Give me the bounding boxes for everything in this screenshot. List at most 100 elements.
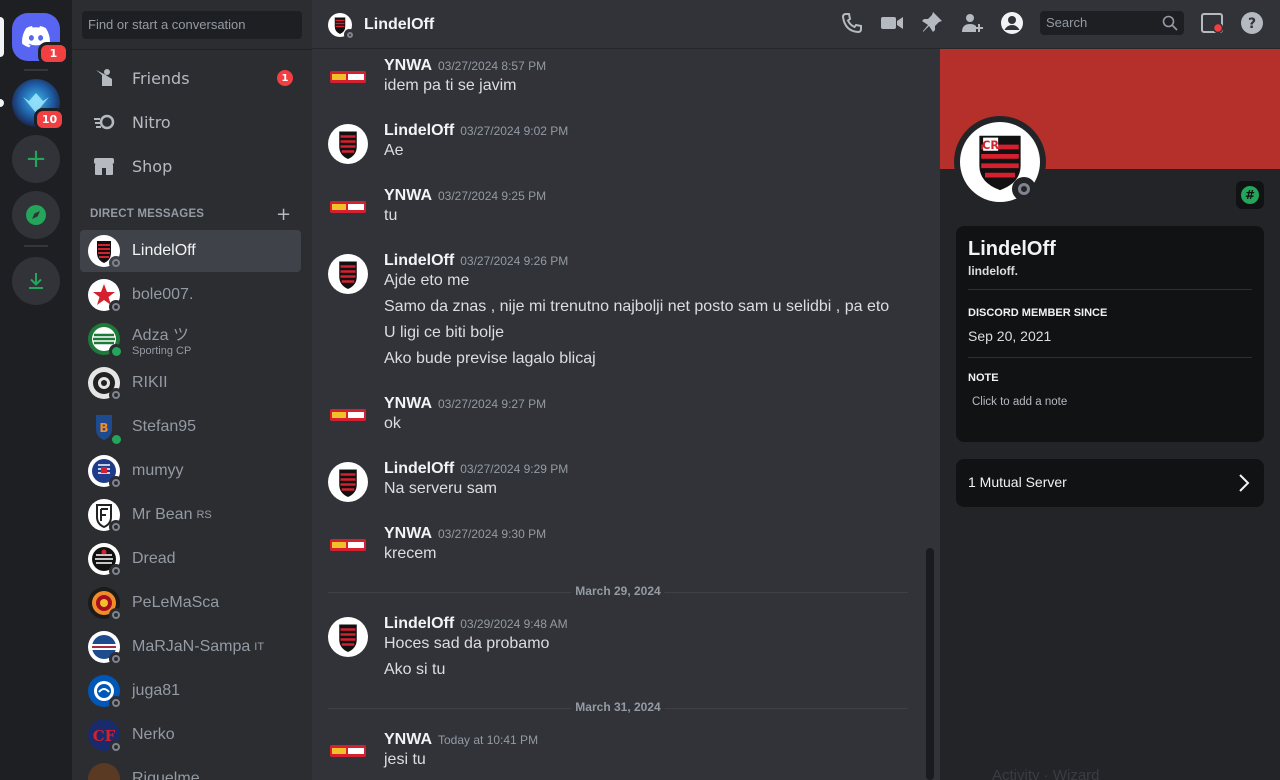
nav-friends-label: Friends [132,68,190,88]
dm-item-dread[interactable]: Dread [80,538,301,580]
dm-item-pelemasca[interactable]: PeLeMaSca [80,582,301,624]
message-text: idem pa ti se javim [384,77,517,94]
nav-nitro[interactable]: Nitro [80,101,301,143]
header-toolbar: Search ? [824,11,1264,35]
rail-separator [24,69,48,71]
date-divider-label: March 31, 2024 [571,700,665,714]
message-text: Ae [384,142,404,159]
nav-shop[interactable]: Shop [80,145,301,187]
author-name[interactable]: LindelOff [384,460,454,477]
pinned-messages-icon[interactable] [920,11,944,35]
server-badge: 10 [34,108,65,131]
author-name[interactable]: LindelOff [384,252,454,269]
dm-name: Mr Bean [132,506,193,523]
friends-icon [92,66,116,90]
message-header: YNWA 03/27/2024 8:57 PM [384,57,546,75]
author-name[interactable]: YNWA [384,731,432,748]
dm-name: juga81 [132,682,181,699]
message-text: U ligi ce biti bolje [384,324,505,341]
conversation-search-input[interactable]: Find or start a conversation [82,11,302,39]
profile-display-name: LindelOff [968,238,1056,260]
add-friends-to-dm-icon[interactable] [960,11,984,35]
status-offline-icon [109,652,123,666]
dm-item-stefan95[interactable]: B Stefan95 [80,406,301,448]
dm-item-lindeloff[interactable]: LindelOff [80,230,301,272]
timestamp: 03/27/2024 8:57 PM [438,59,547,73]
user-profile-icon[interactable] [1000,11,1024,35]
timestamp: 03/27/2024 9:02 PM [460,124,569,138]
author-name[interactable]: LindelOff [384,122,454,139]
lindeloff-avatar [328,617,368,657]
union-berlin-logo-icon [330,201,366,213]
selected-pill [0,17,4,57]
add-server-button[interactable]: + [12,135,60,183]
dm-item-adza[interactable]: Adza ツ Sporting CP [80,318,301,360]
avatar [88,587,123,622]
mutual-servers-button[interactable]: 1 Mutual Server [956,459,1264,507]
avatar [88,543,123,578]
message-text: Hoces sad da probamo [384,635,550,652]
flamengo-crest-icon [339,469,357,497]
download-icon [29,273,43,289]
status-online-icon [109,344,123,358]
dm-sidebar: Find or start a conversation Friends 1 N… [72,0,312,780]
create-dm-button[interactable]: + [276,204,291,225]
chat-header: LindelOff Search ? [312,0,1280,49]
author-name[interactable]: YNWA [384,57,432,74]
rail-separator-2 [24,245,48,247]
dm-item-rikii[interactable]: RIKII [80,362,301,404]
chat-scrollbar[interactable] [926,548,934,780]
help-icon[interactable]: ? [1240,11,1264,35]
nav-friends[interactable]: Friends 1 [80,57,301,99]
date-divider: March 29, 2024 [328,584,908,598]
message-text: ok [384,415,401,432]
note-input[interactable]: Click to add a note [972,396,1067,408]
avatar [88,763,120,780]
ynwa-avatar [328,403,368,443]
video-call-icon[interactable] [880,11,904,35]
inbox-icon[interactable] [1200,11,1224,35]
dm-item-marjan-sampa[interactable]: MaRJaN-Sampa IT [80,626,301,668]
dm-item-juga81[interactable]: juga81 [80,670,301,712]
shop-icon [92,154,116,178]
dm-item-riquelme[interactable]: Riquelme [80,758,301,780]
profile-badge[interactable]: # [1236,181,1264,209]
status-online-icon [109,432,123,446]
union-berlin-logo-icon [330,745,366,757]
avatar [88,499,123,534]
status-offline-icon [344,29,355,40]
channel-title: LindelOff [328,13,434,40]
dm-name: Dread [132,550,176,567]
dm-name: Nerko [132,726,175,743]
profile-divider [968,289,1252,290]
author-name[interactable]: YNWA [384,525,432,542]
avatar [88,631,123,666]
explore-servers-button[interactable] [12,191,60,239]
svg-text:?: ? [1248,16,1256,32]
message-search-input[interactable]: Search [1040,11,1184,35]
author-name[interactable]: YNWA [384,395,432,412]
header-avatar [328,13,355,40]
status-offline-icon [109,520,123,534]
status-offline-icon [109,476,123,490]
status-offline-icon [109,564,123,578]
dm-item-mr-bean[interactable]: Mr Bean RS [80,494,301,536]
dm-item-nerko[interactable]: CF Nerko [80,714,301,756]
author-name[interactable]: LindelOff [384,615,454,632]
dm-item-bole007[interactable]: bole007. [80,274,301,316]
plus-icon: + [25,144,47,174]
flamengo-crest-icon [339,131,357,159]
author-name[interactable]: YNWA [384,187,432,204]
avatar: B [88,411,123,446]
direct-messages-header: DIRECT MESSAGES [90,208,205,220]
message-text: Ajde eto me [384,272,470,289]
dm-name: bole007. [132,286,194,303]
dm-name: MaRJaN-Sampa [132,638,251,655]
voice-call-icon[interactable] [840,11,864,35]
dm-name: mumyy [132,462,184,479]
message-header: YNWA 03/27/2024 9:30 PM [384,525,546,543]
dm-item-mumyy[interactable]: mumyy [80,450,301,492]
search-placeholder: Search [1046,15,1088,30]
download-apps-button[interactable] [12,257,60,305]
profile-cutoff-text: Activity · Wizard [992,767,1100,780]
